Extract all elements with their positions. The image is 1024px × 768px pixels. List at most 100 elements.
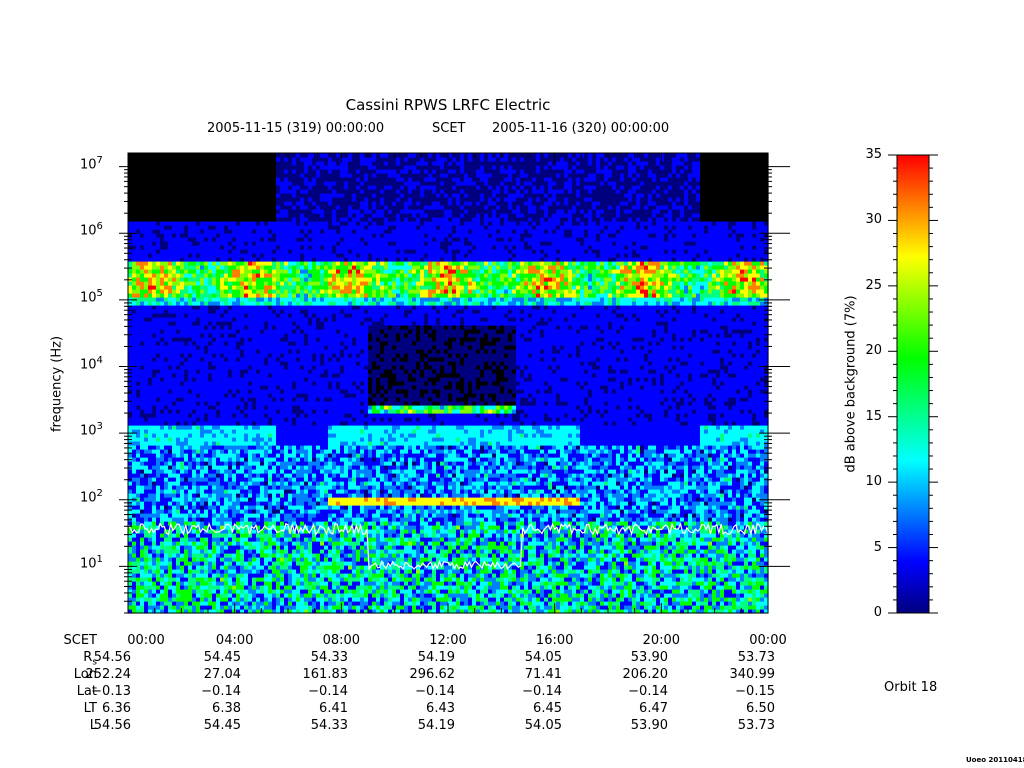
spectrogram-cell [164, 361, 169, 366]
spectrogram-cell [260, 201, 265, 206]
spectrogram-cell [296, 321, 301, 326]
spectrogram-cell [176, 589, 181, 594]
spectrogram-cell [244, 277, 249, 282]
spectrogram-cell [140, 365, 145, 370]
spectrogram-cell [236, 213, 241, 218]
spectrogram-cell [152, 537, 157, 542]
spectrogram-cell [164, 441, 169, 446]
spectrogram-cell [236, 381, 241, 386]
spectrogram-cell [276, 325, 281, 330]
spectrogram-cell [232, 229, 237, 234]
spectrogram-cell [284, 549, 289, 554]
spectrogram-cell [180, 157, 185, 162]
spectrogram-cell [216, 285, 221, 290]
spectrogram-cell [240, 393, 245, 398]
spectrogram-cell [164, 509, 169, 514]
spectrogram-cell [284, 481, 289, 486]
spectrogram-cell [208, 377, 213, 382]
spectrogram-cell [212, 421, 217, 426]
spectrogram-cell [216, 477, 221, 482]
spectrogram-cell [188, 481, 193, 486]
spectrogram-cell [184, 437, 189, 442]
spectrogram-cell [132, 385, 137, 390]
spectrogram-cell [228, 537, 233, 542]
spectrogram-cell [244, 289, 249, 294]
spectrogram-cell [232, 341, 237, 346]
spectrogram-cell [136, 393, 141, 398]
spectrogram-cell [132, 309, 137, 314]
spectrogram-cell [272, 389, 277, 394]
spectrogram-cell [188, 465, 193, 470]
spectrogram-cell [232, 553, 237, 558]
spectrogram-cell [204, 325, 209, 330]
spectrogram-cell [148, 389, 153, 394]
spectrogram-cell [168, 565, 173, 570]
spectrogram-cell [128, 545, 133, 550]
spectrogram-cell [176, 477, 181, 482]
spectrogram-cell [252, 161, 257, 166]
spectrogram-cell [132, 257, 137, 262]
spectrogram-cell [284, 357, 289, 362]
spectrogram-cell [220, 249, 225, 254]
spectrogram-cell [264, 505, 269, 510]
spectrogram-cell [156, 189, 161, 194]
spectrogram-cell [264, 173, 269, 178]
spectrogram-cell [216, 469, 221, 474]
spectrogram-cell [216, 309, 221, 314]
spectrogram-cell [144, 305, 149, 310]
spectrogram-cell [240, 249, 245, 254]
spectrogram-cell [284, 493, 289, 498]
spectrogram-cell [228, 217, 233, 222]
spectrogram-cell [192, 321, 197, 326]
spectrogram-cell [200, 533, 205, 538]
spectrogram-cell [172, 305, 177, 310]
spectrogram-cell [152, 201, 157, 206]
spectrogram-cell [244, 269, 249, 274]
spectrogram-cell [224, 153, 229, 158]
spectrogram-cell [256, 481, 261, 486]
spectrogram-cell [192, 193, 197, 198]
spectrogram-cell [224, 277, 229, 282]
spectrogram-cell [164, 321, 169, 326]
spectrogram-cell [220, 549, 225, 554]
spectrogram-cell [164, 425, 169, 430]
spectrogram-cell [184, 389, 189, 394]
spectrogram-cell [292, 177, 297, 182]
spectrogram-cell [224, 245, 229, 250]
spectrogram-cell [192, 337, 197, 342]
spectrogram-cell [296, 245, 301, 250]
spectrogram-cell [264, 477, 269, 482]
spectrogram-cell [176, 557, 181, 562]
spectrogram-cell [148, 457, 153, 462]
spectrogram-cell [248, 201, 253, 206]
spectrogram-cell [180, 197, 185, 202]
spectrogram-cell [160, 421, 165, 426]
spectrogram-cell [160, 497, 165, 502]
spectrogram-cell [184, 213, 189, 218]
spectrogram-cell [132, 389, 137, 394]
spectrogram-cell [264, 329, 269, 334]
spectrogram-cell [280, 601, 285, 606]
spectrogram-cell [220, 485, 225, 490]
spectrogram-cell [204, 265, 209, 270]
spectrogram-cell [284, 433, 289, 438]
spectrogram-cell [268, 457, 273, 462]
spectrogram-cell [224, 553, 229, 558]
spectrogram-cell [252, 397, 257, 402]
spectrogram-cell [224, 273, 229, 278]
spectrogram-cell [200, 329, 205, 334]
spectrogram-cell [268, 433, 273, 438]
spectrogram-cell [224, 585, 229, 590]
spectrogram-cell [156, 277, 161, 282]
spectrogram-cell [140, 489, 145, 494]
spectrogram-cell [232, 505, 237, 510]
spectrogram-cell [248, 537, 253, 542]
spectrogram-cell [216, 233, 221, 238]
spectrogram-cell [300, 569, 305, 574]
spectrogram-cell [288, 157, 293, 162]
spectrogram-cell [180, 297, 185, 302]
spectrogram-cell [168, 233, 173, 238]
spectrogram-cell [144, 577, 149, 582]
spectrogram-cell [252, 217, 257, 222]
spectrogram-cell [188, 565, 193, 570]
